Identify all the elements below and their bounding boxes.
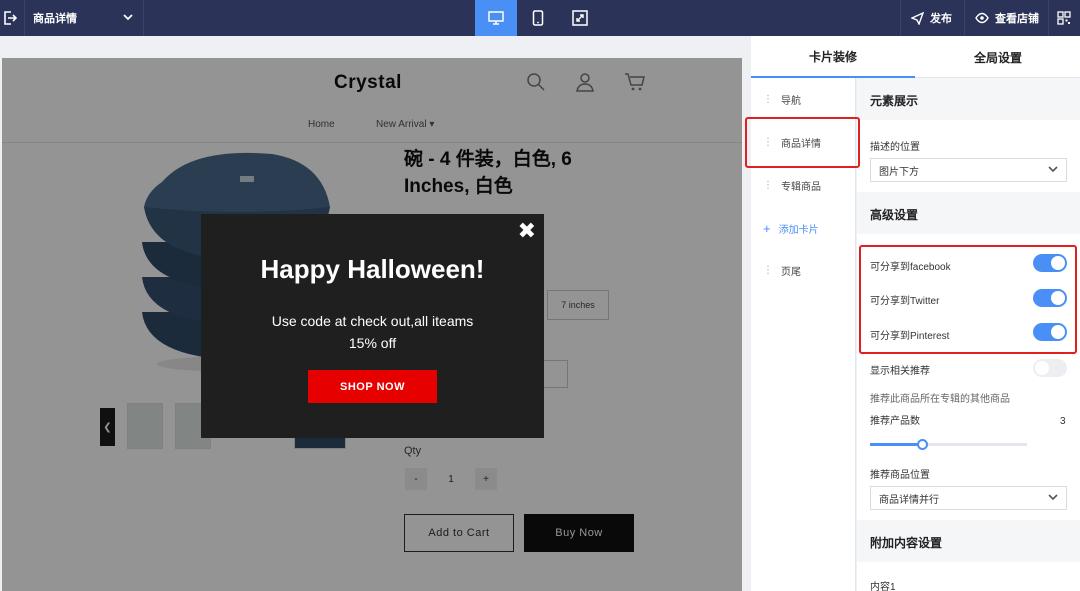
- recommend-count-slider[interactable]: [870, 439, 1027, 450]
- popup-message: Use code at check out,all iteams 15% off: [201, 310, 544, 354]
- add-card-label: 添加卡片: [778, 224, 819, 236]
- halloween-popup: ✖ Happy Halloween! Use code at check out…: [201, 214, 544, 438]
- close-icon[interactable]: ✖: [518, 218, 536, 244]
- mobile-view-button[interactable]: [517, 0, 559, 36]
- card-item-label: 导航: [781, 95, 801, 107]
- popup-title: Happy Halloween!: [260, 254, 485, 284]
- popup-line-1: Use code at check out,all iteams: [271, 313, 474, 329]
- recommend-position-value: 商品详情并行: [879, 494, 939, 506]
- mobile-icon: [532, 10, 544, 26]
- view-store-button[interactable]: 查看店铺: [964, 0, 1049, 36]
- publish-label: 发布: [930, 13, 952, 25]
- send-icon: [911, 11, 924, 25]
- page-select-value: 商品详情: [33, 13, 77, 25]
- card-item-label: 页尾: [781, 266, 801, 278]
- section-title-element-display: 元素展示: [857, 80, 1080, 120]
- chevron-down-icon: [1048, 164, 1058, 177]
- desc-position-label: 描述的位置: [870, 142, 920, 153]
- card-item-collection[interactable]: ⋮ 专辑商品: [751, 164, 856, 206]
- tab-card-decoration[interactable]: 卡片装修: [751, 36, 915, 78]
- content-1-label: 内容1: [870, 582, 896, 591]
- card-item-footer[interactable]: ⋮ 页尾: [751, 249, 856, 291]
- desc-position-select[interactable]: 图片下方: [870, 158, 1067, 182]
- editor-topbar: 商品详情 发布 查看店铺: [0, 0, 1080, 36]
- drag-handle-icon[interactable]: ⋮: [763, 265, 773, 276]
- chevron-down-icon: [123, 12, 133, 25]
- slider-fill: [870, 443, 922, 446]
- popup-line-2: 15% off: [348, 335, 397, 351]
- view-store-label: 查看店铺: [995, 13, 1039, 25]
- desktop-icon: [488, 11, 504, 25]
- plus-icon: +: [763, 220, 771, 236]
- qr-code-icon: [1057, 11, 1071, 25]
- recommend-count-value: 3: [1060, 416, 1066, 427]
- highlight-box-share-toggles: [859, 245, 1077, 354]
- tab-global-settings[interactable]: 全局设置: [916, 36, 1080, 78]
- page-select[interactable]: 商品详情: [24, 0, 144, 36]
- recommend-position-label: 推荐商品位置: [870, 470, 930, 481]
- section-title-advanced: 高级设置: [857, 194, 1080, 234]
- card-item-nav[interactable]: ⋮ 导航: [751, 78, 856, 120]
- show-related-toggle[interactable]: [1033, 359, 1067, 377]
- eye-icon: [975, 12, 989, 24]
- extra-section: 内容1: [857, 562, 1080, 591]
- drag-handle-icon[interactable]: ⋮: [763, 180, 773, 191]
- shop-now-button[interactable]: SHOP NOW: [308, 370, 437, 403]
- qr-code-button[interactable]: [1048, 0, 1080, 36]
- exit-icon[interactable]: [0, 0, 20, 36]
- desc-position-value: 图片下方: [879, 166, 919, 178]
- add-card-button[interactable]: + 添加卡片: [751, 207, 856, 249]
- expand-icon: [572, 10, 588, 26]
- recommend-count-label: 推荐产品数: [870, 416, 920, 427]
- slider-handle[interactable]: [917, 439, 928, 450]
- show-related-label: 显示相关推荐: [870, 366, 930, 377]
- card-item-label: 专辑商品: [781, 181, 821, 193]
- panel-tabs: 卡片装修 全局设置: [751, 36, 1080, 78]
- fullscreen-button[interactable]: [559, 0, 601, 36]
- section-title-extra: 附加内容设置: [857, 522, 1080, 562]
- chevron-down-icon: [1048, 492, 1058, 505]
- desktop-view-button[interactable]: [475, 0, 517, 36]
- recommend-position-select[interactable]: 商品详情并行: [870, 486, 1067, 510]
- drag-handle-icon[interactable]: ⋮: [763, 94, 773, 105]
- element-display-section: 描述的位置 图片下方: [857, 120, 1080, 192]
- publish-button[interactable]: 发布: [900, 0, 962, 36]
- related-hint: 推荐此商品所在专辑的其他商品: [870, 394, 1010, 405]
- highlight-box-product-card: [745, 117, 860, 168]
